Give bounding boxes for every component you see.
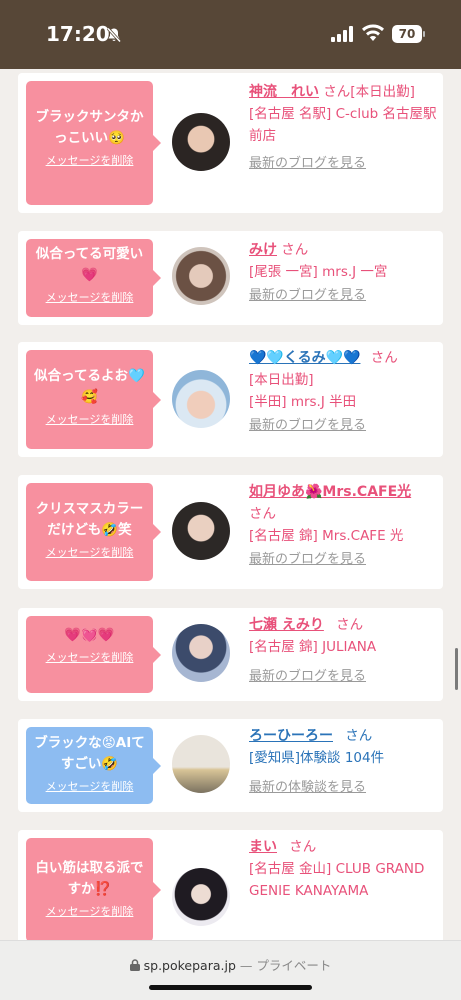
honorific: さん — [323, 84, 351, 100]
delete-message-link[interactable]: メッセージを削除 — [26, 544, 153, 560]
latest-blog-link[interactable]: 最新のブログを見る — [249, 285, 439, 307]
shop-text: [名古屋 錦] Mrs.CAFE 光 — [249, 528, 404, 544]
message-text: ブラックサンタかっこいい🥺 — [35, 109, 144, 146]
honorific: さん — [249, 506, 276, 522]
message-text: クリスマスカラーだけども🤣笑 — [35, 501, 144, 538]
member-info: ろーひーろー さん [愛知県]体験談 104件 最新の体験談を見る — [249, 725, 439, 799]
message-text: 白い筋は取る派ですか⁉️ — [35, 860, 144, 897]
wifi-icon — [362, 24, 384, 41]
private-label: — プライベート — [235, 958, 332, 973]
message-bubble: 白い筋は取る派ですか⁉️ メッセージを削除 — [26, 838, 161, 942]
message-bubble: ブラックサンタかっこいい🥺 メッセージを削除 — [26, 81, 161, 205]
latest-review-link[interactable]: 最新の体験談を見る — [249, 777, 439, 799]
delete-message-link[interactable]: メッセージを削除 — [26, 152, 153, 168]
battery-tip — [423, 31, 425, 37]
clock: 17:20 — [46, 22, 110, 46]
member-info: 神流 れい さん[本日出勤] [名古屋 名駅] C-club 名古屋駅前店 最新… — [249, 81, 439, 175]
honorific: さん — [336, 617, 364, 633]
avatar[interactable] — [172, 735, 230, 793]
honorific: さん — [289, 839, 317, 855]
latest-blog-link[interactable]: 最新のブログを見る — [249, 153, 439, 175]
member-info: 如月ゆあ🌺Mrs.CAFE光 さん [名古屋 錦] Mrs.CAFE 光 最新の… — [249, 481, 439, 571]
delete-message-link[interactable]: メッセージを削除 — [26, 903, 153, 919]
url-domain: sp.pokepara.jp — [143, 958, 236, 973]
status-text: [本日出勤] — [350, 84, 415, 100]
latest-blog-link[interactable]: 最新のブログを見る — [249, 666, 439, 688]
member-info: 💙🩵くるみ🩵💙 さん [本日出勤] [半田] mrs.J 半田 最新のブログを見… — [249, 347, 439, 437]
member-name-link[interactable]: 💙🩵くるみ🩵💙 — [249, 350, 360, 366]
avatar[interactable] — [172, 624, 230, 682]
member-info: まい さん [名古屋 金山] CLUB GRAND GENIE KANAYAMA — [249, 836, 439, 902]
message-bubble: 似合ってるよお🩵🥰 メッセージを削除 — [26, 350, 161, 449]
bell-muted-icon — [106, 27, 122, 43]
member-name-link[interactable]: まい — [249, 839, 277, 855]
message-text: ブラックな😡AIてすごい🤣 — [34, 735, 145, 772]
scrollbar[interactable] — [455, 648, 458, 690]
avatar[interactable] — [172, 502, 230, 560]
list-item: ブラックサンタかっこいい🥺 メッセージを削除 神流 れい さん[本日出勤] [名… — [18, 73, 443, 213]
delete-message-link[interactable]: メッセージを削除 — [26, 778, 153, 794]
shop-text: [名古屋 錦] JULIANA — [249, 639, 377, 655]
avatar[interactable] — [172, 247, 230, 305]
honorific: さん — [345, 728, 373, 744]
cellular-signal-icon — [331, 26, 353, 42]
lock-icon — [129, 959, 140, 971]
battery-indicator: 70 — [392, 25, 422, 43]
list-item: 似合ってる可愛い💗 メッセージを削除 みけ さん [尾張 一宮] mrs.J 一… — [18, 231, 443, 325]
list-item: 白い筋は取る派ですか⁉️ メッセージを削除 まい さん [名古屋 金山] CLU… — [18, 830, 443, 950]
latest-blog-link[interactable]: 最新のブログを見る — [249, 415, 439, 437]
home-indicator[interactable] — [149, 985, 312, 990]
honorific: さん — [370, 350, 398, 366]
message-bubble: 似合ってる可愛い💗 メッセージを削除 — [26, 239, 161, 317]
member-name-link[interactable]: 七瀬 えみり — [249, 617, 324, 633]
member-name-link[interactable]: みけ — [249, 242, 277, 258]
status-bar: 17:20 70 — [0, 0, 461, 69]
message-text: 似合ってる可愛い💗 — [35, 246, 144, 283]
delete-message-link[interactable]: メッセージを削除 — [26, 649, 153, 665]
list-item: ブラックな😡AIてすごい🤣 メッセージを削除 ろーひーろー さん [愛知県]体験… — [18, 719, 443, 812]
shop-text: [名古屋 金山] CLUB GRAND GENIE KANAYAMA — [249, 861, 425, 899]
member-info: 七瀬 えみり さん [名古屋 錦] JULIANA 最新のブログを見る — [249, 614, 439, 688]
status-text: [本日出勤] — [249, 372, 314, 388]
member-info: みけ さん [尾張 一宮] mrs.J 一宮 最新のブログを見る — [249, 239, 439, 307]
list-item: 💗💓💗 メッセージを削除 七瀬 えみり さん [名古屋 錦] JULIANA 最… — [18, 608, 443, 701]
avatar[interactable] — [172, 113, 230, 171]
avatar[interactable] — [172, 370, 230, 428]
member-name-link[interactable]: ろーひーろー — [249, 728, 333, 744]
message-text: 似合ってるよお🩵🥰 — [34, 368, 145, 405]
url-display[interactable]: sp.pokepara.jp — プライベート — [0, 955, 461, 974]
honorific: さん — [281, 242, 309, 258]
shop-text: [名古屋 名駅] C-club 名古屋駅前店 — [249, 106, 437, 144]
shop-text: [半田] mrs.J 半田 — [249, 394, 357, 410]
member-name-link[interactable]: 神流 れい — [249, 84, 319, 100]
message-text: 💗💓💗 — [64, 627, 115, 643]
member-name-link[interactable]: 如月ゆあ🌺Mrs.CAFE光 — [249, 484, 411, 500]
latest-blog-link[interactable]: 最新のブログを見る — [249, 549, 439, 571]
avatar[interactable] — [172, 868, 230, 926]
delete-message-link[interactable]: メッセージを削除 — [26, 411, 153, 427]
list-item: 似合ってるよお🩵🥰 メッセージを削除 💙🩵くるみ🩵💙 さん [本日出勤] [半田… — [18, 342, 443, 457]
list-item: クリスマスカラーだけども🤣笑 メッセージを削除 如月ゆあ🌺Mrs.CAFE光 さ… — [18, 475, 443, 589]
message-bubble: ブラックな😡AIてすごい🤣 メッセージを削除 — [26, 727, 161, 804]
review-count-text: [愛知県]体験談 104件 — [249, 750, 385, 766]
browser-address-bar[interactable]: sp.pokepara.jp — プライベート — [0, 940, 461, 1000]
message-bubble: クリスマスカラーだけども🤣笑 メッセージを削除 — [26, 483, 161, 581]
shop-text: [尾張 一宮] mrs.J 一宮 — [249, 264, 388, 280]
message-bubble: 💗💓💗 メッセージを削除 — [26, 616, 161, 693]
delete-message-link[interactable]: メッセージを削除 — [26, 289, 153, 305]
